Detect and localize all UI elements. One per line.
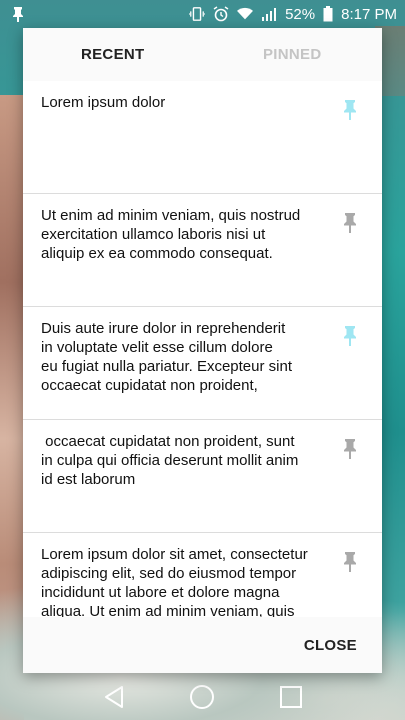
pin-icon[interactable] [342, 438, 358, 460]
clip-list[interactable]: Lorem ipsum dolor Ut enim ad minim venia… [23, 81, 382, 617]
back-icon[interactable] [100, 683, 128, 711]
list-item[interactable]: Ut enim ad minim veniam, quis nostrud ex… [23, 194, 382, 307]
clip-text: occaecat cupidatat non proident, sunt in… [41, 433, 299, 488]
home-icon[interactable] [188, 683, 216, 711]
clipboard-dialog: RECENT PINNED Lorem ipsum dolor Ut enim … [23, 28, 382, 673]
pin-icon[interactable] [342, 551, 358, 573]
alarm-icon [213, 6, 229, 22]
tab-pinned[interactable]: PINNED [203, 28, 383, 81]
signal-icon [261, 6, 277, 22]
wifi-icon [237, 6, 254, 22]
tab-bar: RECENT PINNED [23, 28, 382, 81]
clip-text: Ut enim ad minim veniam, quis nostrud ex… [41, 207, 301, 262]
clock: 8:17 PM [341, 5, 397, 23]
list-item[interactable]: Lorem ipsum dolor [23, 81, 382, 194]
close-button[interactable]: CLOSE [304, 637, 357, 654]
pin-icon[interactable] [342, 212, 358, 234]
pin-notification-icon [10, 6, 26, 22]
vibrate-icon [189, 6, 206, 22]
list-item[interactable]: occaecat cupidatat non proident, sunt in… [23, 420, 382, 533]
pin-icon[interactable] [342, 99, 358, 121]
list-item[interactable]: Duis aute irure dolor in reprehenderit i… [23, 307, 382, 420]
recents-icon[interactable] [277, 683, 305, 711]
dialog-footer: CLOSE [23, 617, 382, 673]
clip-text: Duis aute irure dolor in reprehenderit i… [41, 320, 292, 394]
navigation-bar [0, 673, 405, 720]
tab-recent[interactable]: RECENT [23, 28, 203, 81]
clip-text: Lorem ipsum dolor sit amet, consectetur … [41, 546, 308, 617]
status-bar: 52% 8:17 PM [0, 0, 405, 28]
battery-icon [323, 6, 333, 22]
clip-text: Lorem ipsum dolor [41, 94, 166, 111]
pin-icon[interactable] [342, 325, 358, 347]
list-item[interactable]: Lorem ipsum dolor sit amet, consectetur … [23, 533, 382, 617]
battery-percent: 52% [285, 5, 316, 23]
